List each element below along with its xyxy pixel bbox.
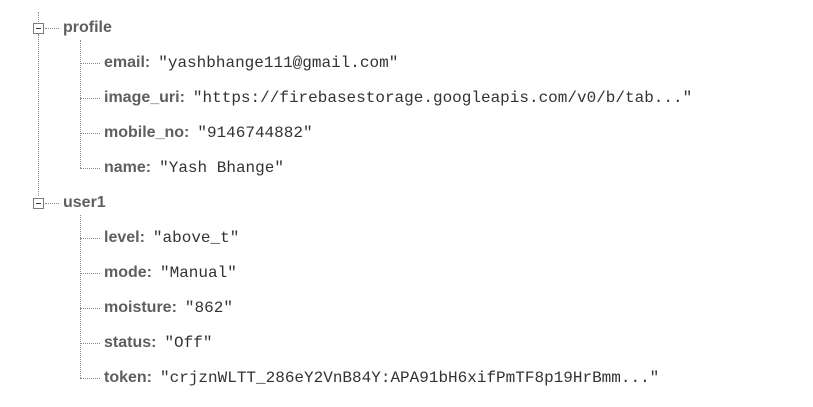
tree-connector	[80, 308, 100, 309]
field-value: "9146744882"	[197, 124, 313, 142]
tree-connector	[45, 28, 59, 29]
list-item[interactable]: name: "Yash Bhange"	[104, 158, 284, 178]
list-item[interactable]: email: "yashbhange111@gmail.com"	[104, 53, 398, 73]
field-key: moisture	[104, 299, 172, 316]
tree-connector	[80, 273, 100, 274]
field-key: token	[104, 369, 147, 386]
field-value: "crjznWLTT_286eY2VnB84Y:APA91bH6xifPmTF8…	[160, 369, 660, 387]
tree-connector	[80, 343, 100, 344]
tree-connector	[80, 238, 100, 239]
field-key: name	[104, 159, 146, 176]
tree-connector	[38, 12, 39, 22]
field-value: "yashbhange111@gmail.com"	[158, 54, 399, 72]
collapse-minus-icon[interactable]	[33, 23, 44, 34]
field-key: mobile_no	[104, 124, 185, 141]
field-value: "Manual"	[160, 264, 237, 282]
node-key-user1[interactable]: user1	[63, 193, 106, 213]
tree-connector	[80, 378, 100, 379]
field-value: "862"	[184, 299, 233, 317]
tree-connector	[80, 168, 100, 169]
tree-connector	[80, 40, 81, 168]
collapse-minus-icon[interactable]	[33, 198, 44, 209]
node-key-profile[interactable]: profile	[63, 18, 112, 38]
list-item[interactable]: token: "crjznWLTT_286eY2VnB84Y:APA91bH6xi…	[104, 368, 659, 388]
tree-connector	[80, 215, 81, 378]
field-value: "Yash Bhange"	[159, 159, 284, 177]
field-key: image_uri	[104, 89, 180, 106]
tree-connector	[80, 98, 100, 99]
list-item[interactable]: mobile_no: "9146744882"	[104, 123, 313, 143]
tree-connector	[45, 203, 59, 204]
tree-connector	[38, 34, 39, 196]
field-value: "https://firebasestorage.googleapis.com/…	[192, 89, 693, 107]
list-item[interactable]: image_uri: "https://firebasestorage.googl…	[104, 88, 692, 108]
field-key: mode	[104, 264, 147, 281]
list-item[interactable]: status: "Off"	[104, 333, 212, 353]
list-item[interactable]: mode: "Manual"	[104, 263, 237, 283]
field-value: "above_t"	[152, 229, 240, 247]
field-key: status	[104, 334, 152, 351]
database-tree: profile email: "yashbhange111@gmail.com" …	[0, 0, 813, 407]
list-item[interactable]: moisture: "862"	[104, 298, 233, 318]
tree-connector	[80, 133, 100, 134]
field-value: "Off"	[164, 334, 213, 352]
field-key: email	[104, 54, 145, 71]
list-item[interactable]: level: "above_t"	[104, 228, 239, 248]
field-key: level	[104, 229, 140, 246]
tree-connector	[80, 63, 100, 64]
